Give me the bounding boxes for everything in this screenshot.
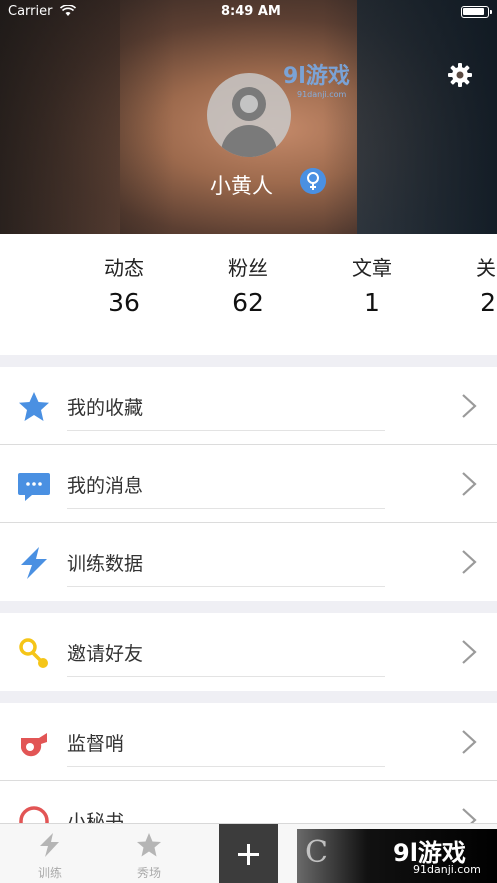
menu-item-invite-friends[interactable]: 邀请好友 — [0, 613, 497, 691]
stat-value: 36 — [108, 288, 140, 317]
tab-showcase[interactable]: 秀场 — [99, 824, 199, 883]
watermark-c-glyph: C — [305, 835, 328, 870]
star-icon — [137, 833, 161, 857]
gear-icon[interactable] — [447, 62, 473, 88]
message-icon — [18, 473, 50, 501]
watermark-logo-bottom: C 9l游戏 91danji.com — [297, 829, 497, 883]
stat-label: 关注 — [476, 256, 497, 280]
stat-label: 文章 — [352, 256, 392, 280]
lightning-icon — [40, 833, 59, 857]
profile-header: Carrier 8:49 AM 9l游戏 91danji.com 小黄人 — [0, 0, 497, 234]
avatar-body-shape — [221, 125, 277, 157]
female-gender-icon — [300, 168, 326, 194]
whistle-icon — [21, 733, 47, 757]
stat-label: 动态 — [104, 256, 144, 280]
tab-label: 秀场 — [136, 866, 161, 880]
key-icon — [19, 638, 48, 668]
lightning-icon — [21, 547, 47, 579]
stat-value: 62 — [232, 288, 264, 317]
menu-item-whistle[interactable]: 监督哨 — [0, 703, 497, 781]
status-bar: Carrier 8:49 AM — [0, 4, 497, 22]
battery-icon — [461, 6, 492, 18]
tab-train[interactable]: 训练 — [0, 824, 100, 883]
watermark-logo-text: 9l游戏 — [283, 64, 350, 89]
wifi-icon — [60, 5, 76, 16]
menu-section-main: 我的收藏 我的消息 训练数据 — [0, 367, 497, 601]
menu-item-label: 我的消息 — [67, 471, 385, 509]
chevron-right-icon — [462, 472, 477, 496]
stat-value: 20 — [480, 288, 497, 317]
chevron-right-icon — [462, 730, 477, 754]
menu-item-favorites[interactable]: 我的收藏 — [0, 367, 497, 445]
username: 小黄人 — [210, 174, 273, 198]
add-button[interactable] — [219, 824, 278, 883]
chevron-right-icon — [462, 550, 477, 574]
menu-item-label: 我的收藏 — [67, 393, 385, 431]
avatar[interactable] — [207, 73, 291, 157]
watermark-logo-top: 9l游戏 91danji.com — [283, 58, 350, 99]
carrier-label: Carrier — [8, 4, 53, 19]
chevron-right-icon — [462, 394, 477, 418]
menu-item-label: 训练数据 — [67, 549, 385, 587]
watermark-url: 91danji.com — [413, 863, 481, 876]
menu-item-label: 邀请好友 — [67, 639, 385, 677]
watermark-url: 91danji.com — [297, 90, 347, 99]
stats-panel: 动态 36 粉丝 62 文章 1 关注 20 — [0, 234, 497, 355]
status-time: 8:49 AM — [221, 4, 281, 19]
plus-icon-vertical — [247, 844, 250, 865]
chevron-right-icon — [462, 640, 477, 664]
star-icon — [19, 392, 49, 421]
menu-item-training-data[interactable]: 训练数据 — [0, 523, 497, 601]
tab-label: 训练 — [37, 866, 62, 880]
menu-item-messages[interactable]: 我的消息 — [0, 445, 497, 523]
stat-label: 粉丝 — [228, 256, 268, 280]
menu-item-label: 监督哨 — [67, 729, 385, 767]
stat-value: 1 — [364, 288, 380, 317]
menu-section-invite: 邀请好友 — [0, 613, 497, 691]
avatar-head-inner — [240, 95, 258, 113]
